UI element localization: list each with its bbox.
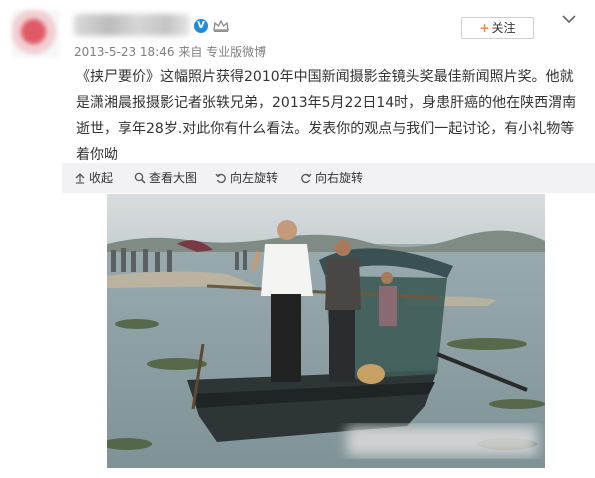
- magnifier-icon: [134, 172, 146, 184]
- chevron-down-icon[interactable]: [562, 14, 576, 24]
- post-text: 《挟尸要价》这幅照片获得2010年中国新闻摄影金镜头奖最佳新闻照片奖。他就是潇湘…: [76, 69, 577, 163]
- collapse-button[interactable]: 收起: [74, 163, 113, 193]
- crown-icon: [213, 20, 229, 32]
- image-toolbar: 收起 查看大图 向左旋转 向右旋转: [62, 163, 595, 193]
- verified-icon: V: [194, 19, 208, 33]
- avatar[interactable]: [12, 10, 60, 58]
- collapse-label: 收起: [89, 171, 114, 185]
- plus-icon: +: [479, 21, 490, 35]
- follow-button[interactable]: + 关注: [461, 17, 534, 39]
- post-photo[interactable]: [107, 194, 545, 468]
- rotate-left-button[interactable]: 向左旋转: [215, 163, 278, 193]
- post-meta: 2013-5-23 18:46 来自 专业版微博: [74, 45, 267, 59]
- user-name-blurred[interactable]: [74, 14, 190, 36]
- rotate-right-icon: [301, 173, 312, 183]
- rotate-left-icon: [215, 173, 226, 183]
- river-boat-photo: [107, 194, 545, 468]
- view-large-label: 查看大图: [149, 171, 198, 185]
- rotate-right-label: 向右旋转: [315, 171, 364, 185]
- follow-label: 关注: [491, 21, 516, 35]
- collapse-arrow-icon: [75, 172, 85, 184]
- rotate-left-label: 向左旋转: [230, 171, 279, 185]
- rotate-right-button[interactable]: 向右旋转: [300, 163, 363, 193]
- view-large-button[interactable]: 查看大图: [134, 163, 197, 193]
